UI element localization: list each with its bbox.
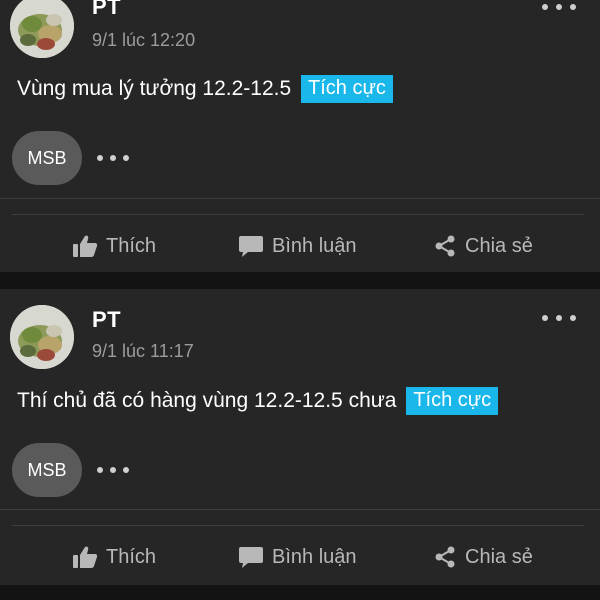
like-button[interactable]: Thích <box>72 537 156 577</box>
post-content: Thí chủ đã có hàng vùng 12.2-12.5 chưa T… <box>17 387 590 415</box>
comment-label: Bình luận <box>272 545 357 568</box>
more-tags-icon[interactable] <box>97 154 129 162</box>
post-text: Thí chủ đã có hàng vùng 12.2-12.5 chưa <box>17 389 397 412</box>
avatar-image <box>10 0 74 58</box>
feed: PT 9/1 lúc 12:20 Vùng mua lý tưởng 12.2-… <box>0 0 600 600</box>
divider <box>12 214 584 215</box>
more-options-icon[interactable] <box>542 313 576 323</box>
like-label: Thích <box>106 545 157 568</box>
stock-tag-chip[interactable]: MSB <box>12 131 82 185</box>
share-icon <box>435 235 455 257</box>
action-bar: Thích Bình luận Chia sẻ <box>0 226 600 266</box>
share-button[interactable]: Chia sẻ <box>433 537 533 577</box>
post-content: Vùng mua lý tưởng 12.2-12.5 Tích cực <box>17 75 590 103</box>
avatar-image <box>10 305 74 369</box>
author-name[interactable]: PT <box>92 0 121 20</box>
thumbs-up-icon <box>73 235 98 257</box>
like-button[interactable]: Thích <box>72 226 156 266</box>
post-timestamp: 9/1 lúc 12:20 <box>92 30 196 50</box>
divider <box>12 525 584 526</box>
like-label: Thích <box>106 234 157 257</box>
comment-label: Bình luận <box>272 234 357 257</box>
post-card: PT 9/1 lúc 11:17 Thí chủ đã có hàng vùng… <box>0 289 600 585</box>
more-options-icon[interactable] <box>542 2 576 12</box>
share-button[interactable]: Chia sẻ <box>433 226 533 266</box>
post-timestamp: 9/1 lúc 11:17 <box>92 341 194 361</box>
share-label: Chia sẻ <box>465 234 533 257</box>
share-icon <box>435 546 455 568</box>
sentiment-badge: Tích cực <box>301 75 393 103</box>
avatar[interactable] <box>10 305 74 369</box>
avatar[interactable] <box>10 0 74 58</box>
post-card: PT 9/1 lúc 12:20 Vùng mua lý tưởng 12.2-… <box>0 0 600 272</box>
share-label: Chia sẻ <box>465 545 533 568</box>
stock-tag-chip[interactable]: MSB <box>12 443 82 497</box>
divider <box>0 198 600 199</box>
comment-icon <box>239 236 263 257</box>
sentiment-badge: Tích cực <box>406 387 499 415</box>
divider <box>0 509 600 510</box>
thumbs-up-icon <box>73 546 98 568</box>
comment-button[interactable]: Bình luận <box>238 537 357 577</box>
more-tags-icon[interactable] <box>97 466 129 474</box>
comment-icon <box>239 547 263 568</box>
post-text: Vùng mua lý tưởng 12.2-12.5 <box>17 77 292 100</box>
comment-button[interactable]: Bình luận <box>238 226 357 266</box>
author-name[interactable]: PT <box>92 307 121 333</box>
action-bar: Thích Bình luận Chia sẻ <box>0 537 600 577</box>
